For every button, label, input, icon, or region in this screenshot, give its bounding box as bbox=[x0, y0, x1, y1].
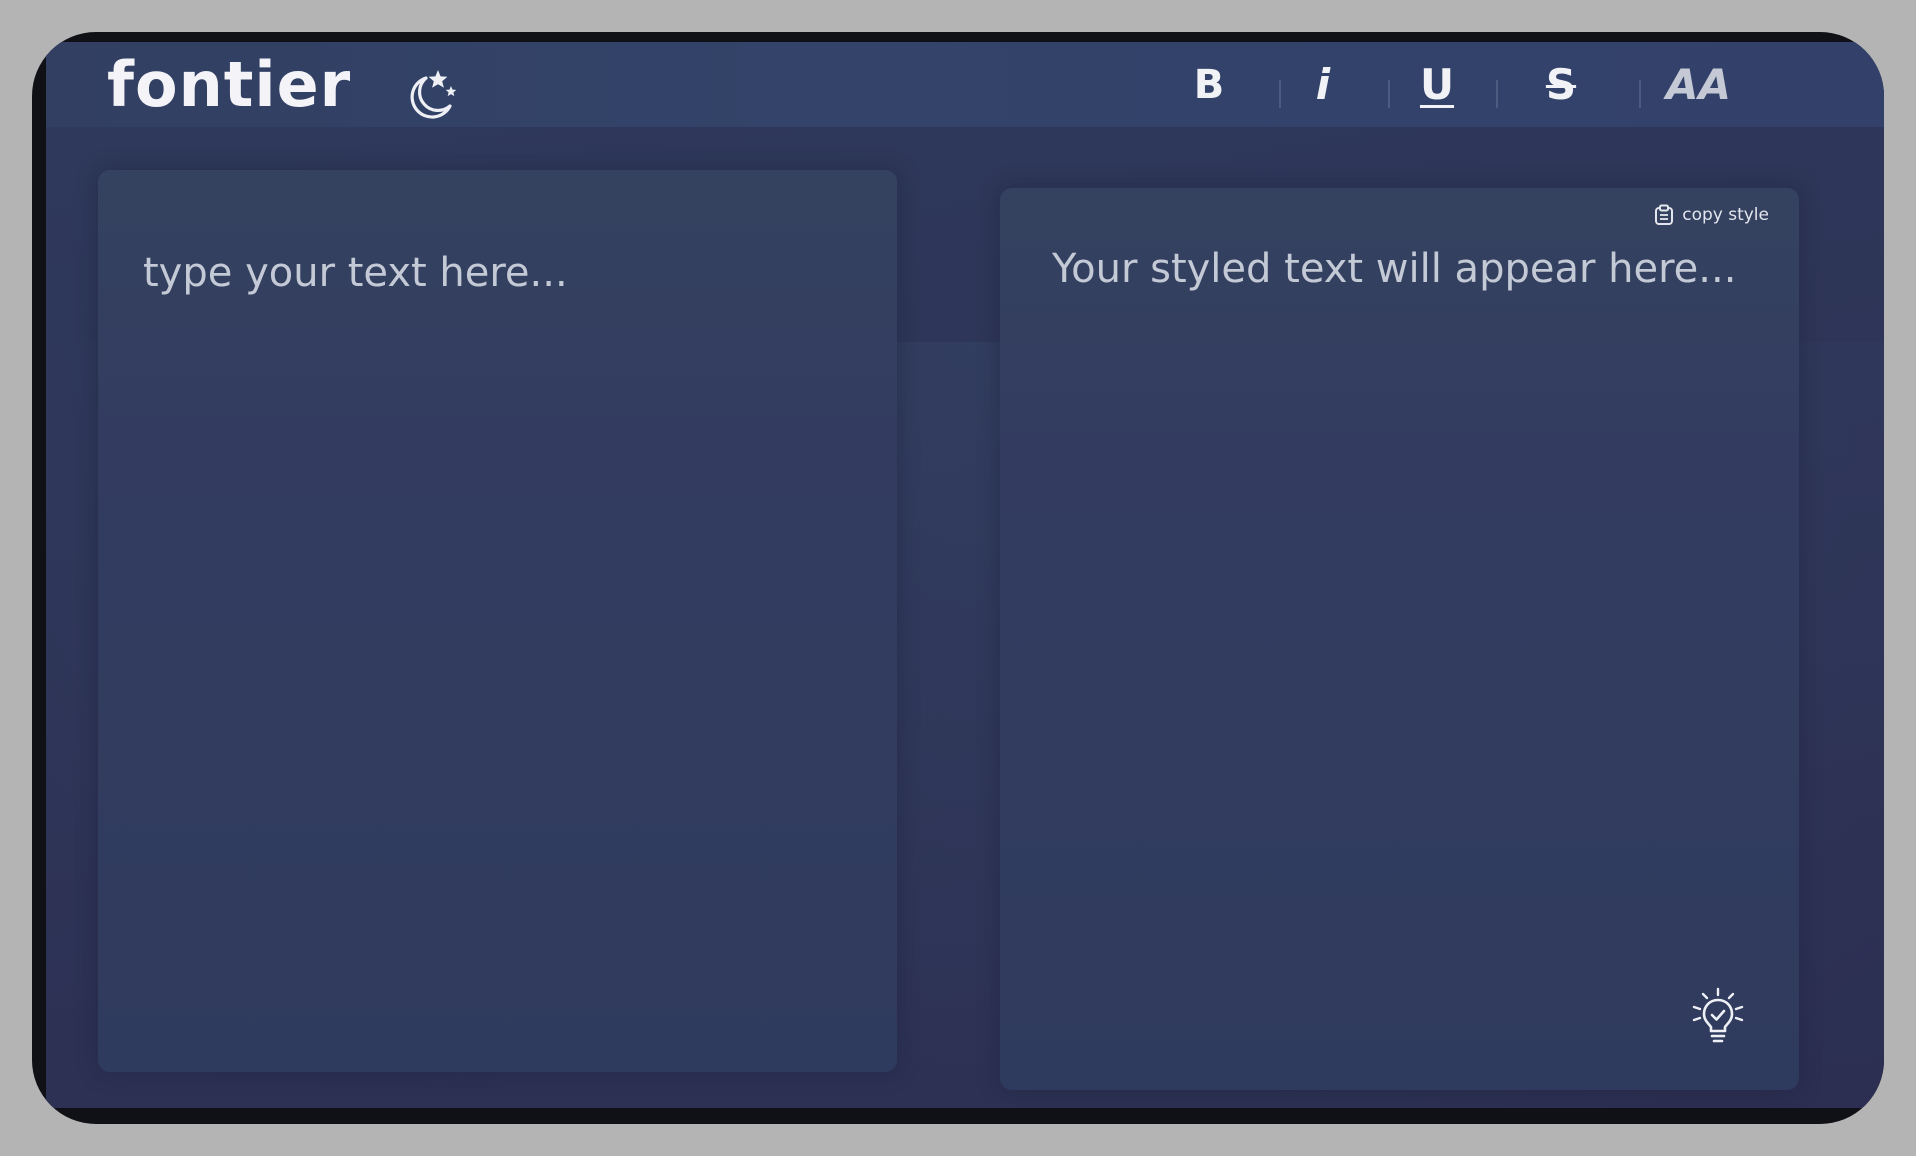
text-input[interactable] bbox=[98, 170, 897, 1072]
toolbar-divider bbox=[1279, 80, 1281, 108]
copy-style-label: copy style bbox=[1682, 205, 1769, 225]
top-bar: fontier B i U S AA bbox=[46, 42, 1884, 127]
toolbar-divider bbox=[1496, 80, 1498, 108]
app-logo: fontier bbox=[107, 48, 352, 121]
tips-button[interactable] bbox=[1690, 986, 1746, 1046]
moon-stars-icon bbox=[410, 70, 457, 119]
bold-button[interactable]: B bbox=[1184, 60, 1234, 110]
formatting-toolbar: B i U S AA bbox=[1146, 42, 1786, 127]
underline-button[interactable]: U bbox=[1412, 60, 1462, 110]
toolbar-divider bbox=[1639, 80, 1641, 108]
theme-toggle-button[interactable] bbox=[402, 68, 458, 122]
app-screen: fontier B i U S AA type your text here..… bbox=[46, 42, 1884, 1108]
toolbar-divider bbox=[1388, 80, 1390, 108]
styled-output: Your styled text will appear here... bbox=[1052, 246, 1737, 292]
caps-button[interactable]: AA bbox=[1666, 60, 1731, 110]
output-panel: copy style Your styled text will appear … bbox=[1000, 188, 1799, 1090]
italic-button[interactable]: i bbox=[1298, 60, 1348, 110]
lightbulb-icon bbox=[1692, 987, 1744, 1043]
device-frame: fontier B i U S AA type your text here..… bbox=[32, 32, 1884, 1124]
copy-style-button[interactable]: copy style bbox=[1654, 204, 1769, 226]
clipboard-icon bbox=[1655, 204, 1674, 225]
input-panel bbox=[98, 170, 897, 1072]
strikethrough-button[interactable]: S bbox=[1536, 60, 1586, 110]
